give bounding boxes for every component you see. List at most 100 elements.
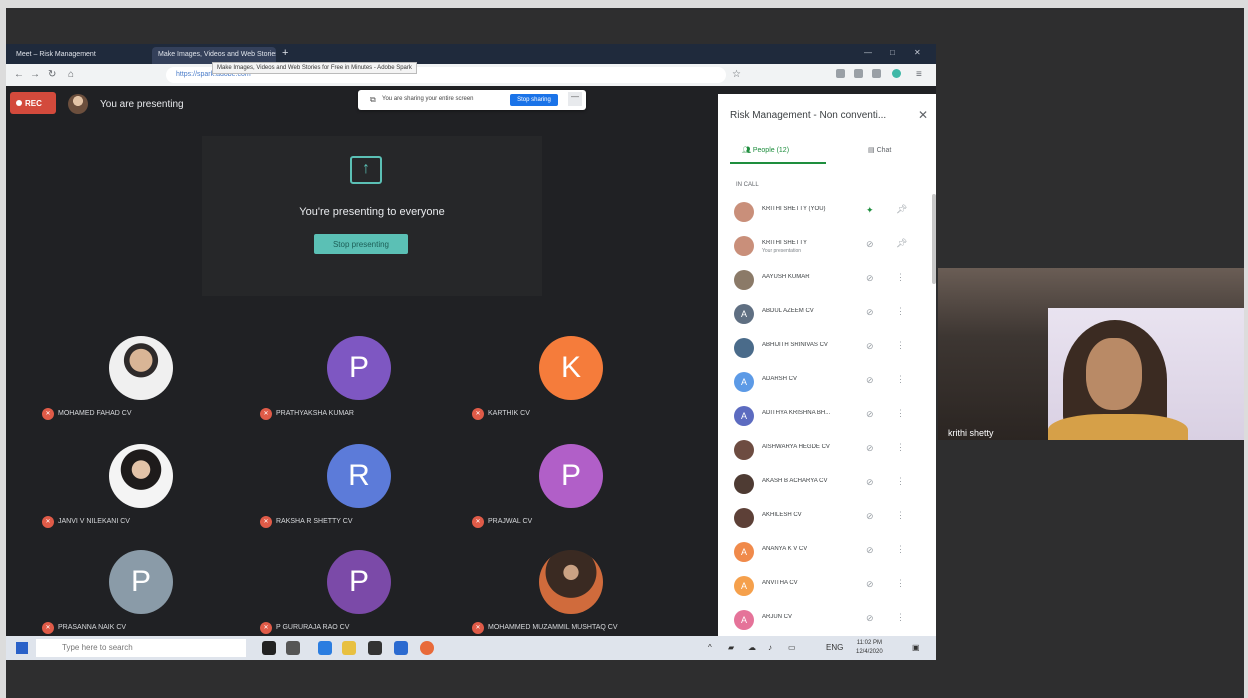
back-icon[interactable]: ← — [14, 69, 24, 80]
more-options-icon[interactable]: ⋮ — [896, 306, 905, 317]
forward-icon[interactable]: → — [30, 69, 40, 80]
stop-sharing-button[interactable]: Stop sharing — [510, 94, 558, 106]
list-item[interactable]: krithi shetty Your presentation ⊘ 📌︎ — [718, 230, 936, 264]
avatar: P — [327, 336, 391, 400]
more-options-icon[interactable]: ⋮ — [896, 272, 905, 283]
chat-icon: ▤ — [868, 147, 877, 154]
tab-chat[interactable]: ▤ Chat — [868, 146, 891, 154]
list-item[interactable]: A ADARSH CV ⊘ ⋮ — [718, 366, 936, 400]
extension-icon[interactable] — [854, 69, 863, 78]
more-options-icon[interactable]: ⋮ — [896, 476, 905, 487]
participant-name: MOHAMMED MUZAMMIL MUSHTAQ CV — [488, 624, 618, 631]
more-options-icon[interactable]: ⋮ — [896, 442, 905, 453]
reload-icon[interactable]: ↻ — [48, 69, 56, 80]
taskbar-search[interactable]: Type here to search — [36, 639, 246, 657]
home-icon[interactable]: ⌂ — [68, 69, 74, 80]
participant-subtitle: Your presentation — [762, 248, 802, 254]
tab-meet[interactable]: Meet – Risk Management — [10, 47, 148, 64]
hide-button[interactable]: — — [568, 92, 582, 106]
webcam-name: krithi shetty — [948, 428, 994, 438]
more-options-icon[interactable]: ⋮ — [896, 408, 905, 419]
list-item[interactable]: A ANANYA K V CV ⊘ ⋮ — [718, 536, 936, 570]
more-options-icon[interactable]: ⋮ — [896, 544, 905, 555]
people-panel: Risk Management - Non conventi... ✕ 👥︎ P… — [718, 94, 936, 660]
participant-tile[interactable]: P ✕ PRAJWAL CV — [466, 444, 681, 544]
list-item[interactable]: A ADITHYA KRISHNA BH... ⊘ ⋮ — [718, 400, 936, 434]
more-options-icon[interactable]: ⋮ — [896, 374, 905, 385]
extension-icon[interactable] — [836, 69, 845, 78]
cortana-icon[interactable] — [262, 641, 276, 655]
language-indicator[interactable]: ENG — [826, 643, 843, 652]
tray-chevron-icon[interactable]: ^ — [708, 643, 712, 652]
bookmark-icon[interactable]: ☆ — [732, 69, 741, 80]
extension-icon[interactable] — [872, 69, 881, 78]
close-panel-icon[interactable]: ✕ — [918, 108, 928, 122]
more-options-icon[interactable]: ⋮ — [896, 340, 905, 351]
battery-icon[interactable]: ▭ — [788, 643, 796, 652]
list-item[interactable]: AKHILESH CV ⊘ ⋮ — [718, 502, 936, 536]
network-icon[interactable]: ▰ — [728, 643, 734, 652]
mic-off-icon: ✕ — [472, 408, 484, 420]
avatar: K — [539, 336, 603, 400]
store-icon[interactable] — [368, 641, 382, 655]
participant-name: krithi shetty (You) — [762, 206, 826, 212]
list-item[interactable]: Aayush Kumar ⊘ ⋮ — [718, 264, 936, 298]
participant-tile[interactable]: P ✕ Prathyaksha Kumar — [254, 336, 469, 436]
nav-bar: ← → ↻ ⌂ https://spark.adobe.com ☆ ≡ — [6, 64, 936, 86]
participant-name: PRAJWAL CV — [488, 518, 533, 525]
avatar — [734, 440, 754, 460]
mic-off-icon: ✕ — [472, 516, 484, 528]
more-options-icon[interactable]: ⋮ — [896, 612, 905, 623]
participant-tile[interactable]: ✕ JANVI V NILEKANI CV — [36, 444, 251, 544]
mic-off-icon: ✕ — [260, 516, 272, 528]
file-explorer-icon[interactable] — [342, 641, 356, 655]
new-tab-icon[interactable]: + — [282, 47, 288, 59]
mic-status-icon: ⊘ — [866, 613, 874, 623]
list-item[interactable]: A ANVITHA CV ⊘ ⋮ — [718, 570, 936, 604]
profile-icon[interactable] — [892, 69, 901, 78]
tab-people[interactable]: 👥︎ People (12) — [742, 146, 789, 154]
participant-name: ADITHYA KRISHNA BH... — [762, 410, 831, 416]
pin-icon[interactable]: 📌︎ — [896, 238, 907, 249]
firefox-icon[interactable] — [420, 641, 434, 655]
list-item[interactable]: AKASH B ACHARYA CV ⊘ ⋮ — [718, 468, 936, 502]
windows-icon[interactable] — [16, 642, 28, 654]
tab-indicator — [730, 162, 826, 164]
menu-icon[interactable]: ≡ — [916, 69, 922, 80]
list-item[interactable]: ABHIJITH SRINIVAS CV ⊘ ⋮ — [718, 332, 936, 366]
mic-status-icon: ⊘ — [866, 511, 874, 521]
edge-icon[interactable] — [318, 641, 332, 655]
close-window-icon[interactable]: ✕ — [914, 48, 921, 57]
task-view-icon[interactable] — [286, 641, 300, 655]
participant-tile[interactable]: P ✕ PRASANNA NAIK CV — [36, 550, 251, 650]
avatar — [109, 336, 173, 400]
list-item[interactable]: A ABDUL AZEEM CV ⊘ ⋮ — [718, 298, 936, 332]
participant-name: ARJUN CV — [762, 614, 793, 620]
maximize-icon[interactable]: □ — [890, 48, 895, 57]
participant-name: ANVITHA CV — [762, 580, 798, 586]
webcam-person-face — [1086, 338, 1142, 410]
participant-name: ABDUL AZEEM CV — [762, 308, 814, 314]
list-item[interactable]: krithi shetty (You) ✦ 📌︎ — [718, 196, 936, 230]
scrollbar[interactable] — [932, 194, 936, 284]
more-options-icon[interactable]: ⋮ — [896, 510, 905, 521]
pin-icon[interactable]: 📌︎ — [896, 204, 907, 215]
list-item[interactable]: AISHWARYA HEGDE CV ⊘ ⋮ — [718, 434, 936, 468]
participant-tile[interactable]: ✕ MOHAMMED MUZAMMIL MUSHTAQ CV — [466, 550, 681, 650]
volume-icon[interactable]: ♪ — [768, 643, 772, 652]
more-options-icon[interactable]: ⋮ — [896, 578, 905, 589]
participant-tile[interactable]: P ✕ P GURURAJA RAO CV — [254, 550, 469, 650]
participant-tile[interactable]: R ✕ RAKSHA R SHETTY CV — [254, 444, 469, 544]
participant-tile[interactable]: K ✕ KARTHIK CV — [466, 336, 681, 436]
participant-name: AKHILESH CV — [762, 512, 802, 518]
clock[interactable]: 11:02 PM 12/4/2020 — [856, 639, 883, 657]
stop-presenting-button[interactable]: Stop presenting — [314, 234, 408, 254]
mail-icon[interactable] — [394, 641, 408, 655]
mic-off-icon: ✕ — [42, 408, 54, 420]
participant-tile[interactable]: ✕ MOHAMED FAHAD CV — [36, 336, 251, 436]
notification-icon[interactable]: ▣ — [912, 643, 920, 652]
onedrive-icon[interactable]: ☁ — [748, 643, 756, 652]
list-item[interactable]: A ARJUN CV ⊘ ⋮ — [718, 604, 936, 638]
minimize-icon[interactable]: — — [864, 48, 872, 57]
participant-name: AKASH B ACHARYA CV — [762, 478, 828, 484]
